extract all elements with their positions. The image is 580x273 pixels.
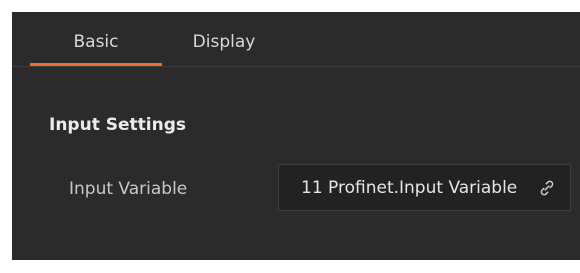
settings-panel: Basic Display Input Settings Input Varia… <box>12 12 580 260</box>
input-variable-value: 11 Profinet.Input Variable <box>301 178 518 198</box>
tab-bar: Basic Display <box>12 12 580 67</box>
section-title-input-settings: Input Settings <box>49 115 186 135</box>
tab-basic[interactable]: Basic <box>30 12 162 66</box>
tab-display[interactable]: Display <box>172 12 276 66</box>
input-variable-field[interactable]: 11 Profinet.Input Variable <box>278 164 571 211</box>
input-variable-label: Input Variable <box>69 179 188 199</box>
active-tab-indicator <box>30 63 162 66</box>
link-icon[interactable] <box>536 177 558 199</box>
